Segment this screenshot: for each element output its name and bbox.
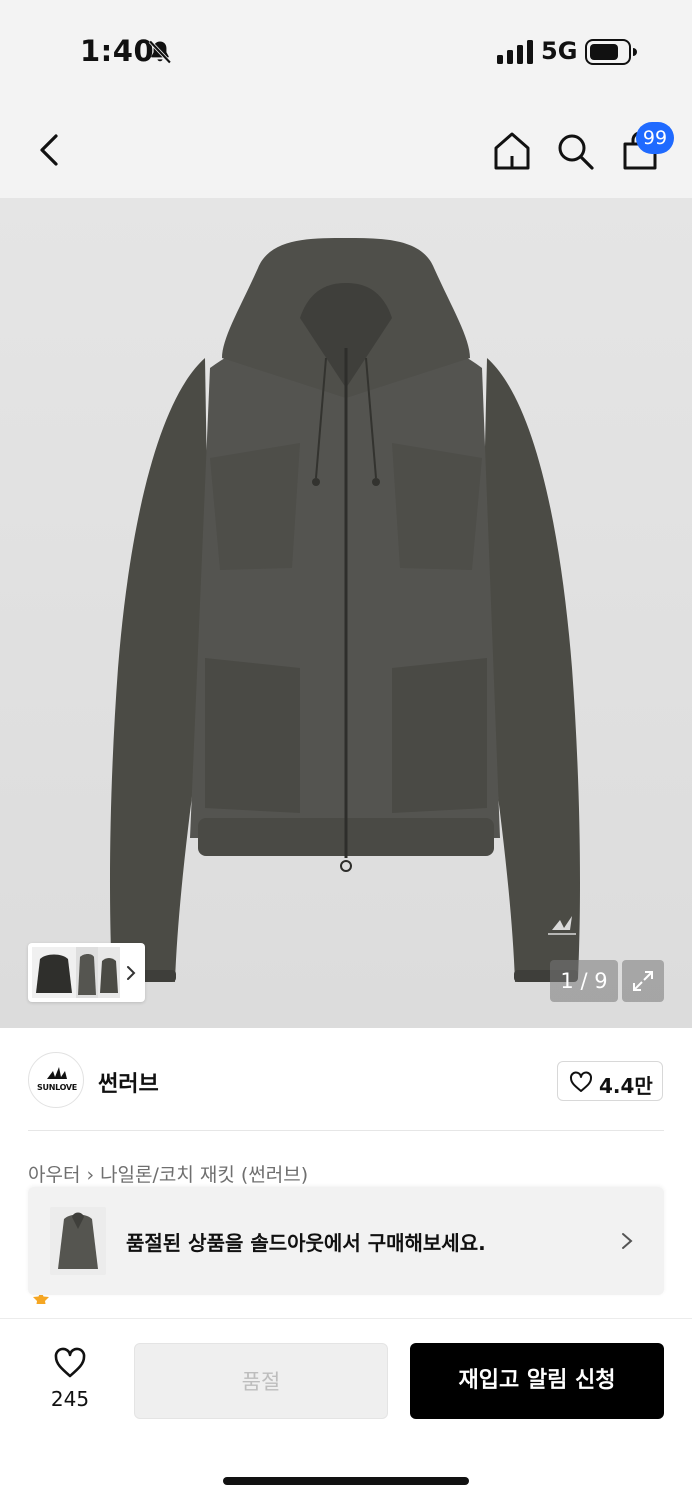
brand-name[interactable]: 썬러브: [98, 1066, 159, 1098]
heart-icon: [54, 1347, 86, 1378]
heart-icon: [570, 1071, 592, 1092]
status-bar: 1:40 5G: [0, 0, 692, 100]
signal-icon: [497, 40, 533, 64]
expand-icon: [633, 971, 653, 991]
network-type: 5G: [541, 37, 578, 65]
restock-alert-button[interactable]: 재입고 알림 신청: [410, 1343, 664, 1419]
thumbnail-images: [32, 947, 120, 998]
search-icon[interactable]: [554, 130, 598, 172]
cart-count-badge[interactable]: 99: [636, 122, 674, 154]
product-image-gallery[interactable]: 1 / 9: [0, 198, 692, 1028]
banner-product-thumbnail: [50, 1207, 106, 1275]
bell-slash-icon: [148, 40, 172, 64]
wishlist-button[interactable]: 245: [40, 1347, 100, 1411]
brand-row: SUNLOVE 썬러브 4.4만: [0, 1030, 692, 1130]
sunburst-icon: [47, 1067, 67, 1079]
top-nav: [0, 100, 692, 198]
product-jacket-image: [110, 238, 580, 982]
back-icon[interactable]: [32, 128, 68, 172]
breadcrumb: 아우터 › 나일론/코치 재킷 (썬러브): [28, 1160, 308, 1187]
wishlist-count: 245: [50, 1387, 90, 1411]
home-icon[interactable]: [490, 130, 534, 172]
image-counter: 1 / 9: [550, 960, 618, 1002]
thumbnail-strip[interactable]: [28, 943, 145, 1002]
divider: [28, 1130, 664, 1131]
brand-like-button[interactable]: 4.4만: [557, 1061, 663, 1101]
home-indicator[interactable]: [223, 1477, 469, 1485]
status-time: 1:40: [80, 34, 155, 68]
bottom-action-bar: 245 품절 재입고 알림 신청: [0, 1318, 692, 1500]
brand-logo-text: SUNLOVE: [37, 1083, 77, 1092]
soldout-market-banner[interactable]: 품절된 상품을 솔드아웃에서 구매해보세요.: [28, 1187, 664, 1295]
chevron-right-icon: [127, 966, 136, 980]
chevron-right-icon: [622, 1233, 633, 1249]
banner-message: 품절된 상품을 솔드아웃에서 구매해보세요.: [126, 1231, 486, 1255]
brand-logo[interactable]: SUNLOVE: [28, 1052, 84, 1108]
brand-like-count: 4.4만: [599, 1074, 653, 1098]
breadcrumb-subcategory[interactable]: 나일론/코치 재킷 (썬러브): [100, 1164, 308, 1186]
soldout-button: 품절: [134, 1343, 388, 1419]
breadcrumb-category[interactable]: 아우터: [28, 1164, 80, 1186]
battery-icon: [585, 39, 637, 65]
chevron-right-icon: ›: [86, 1164, 95, 1186]
expand-button[interactable]: [622, 960, 664, 1002]
